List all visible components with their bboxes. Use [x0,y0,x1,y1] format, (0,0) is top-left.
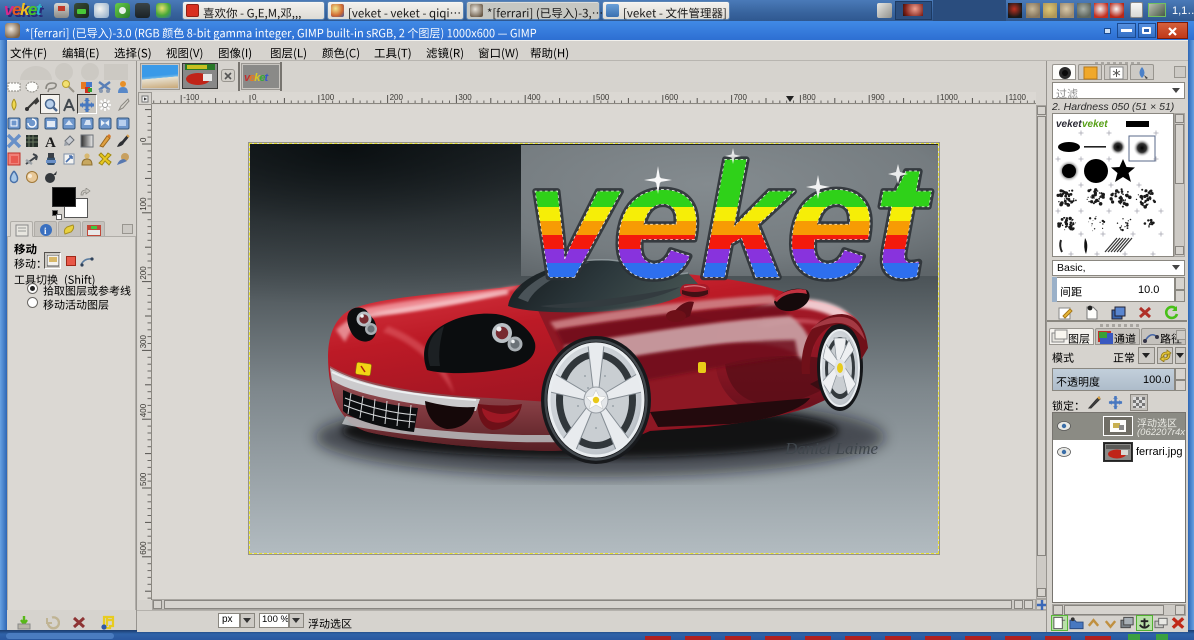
svg-text:600: 600 [139,541,148,555]
svg-text:veket: veket [244,72,270,84]
svg-text:veket: veket [1056,119,1082,130]
svg-text:veket: veket [4,1,43,19]
svg-text:400: 400 [139,403,148,417]
svg-text:A: A [45,135,56,149]
svg-text:-100: -100 [183,93,200,102]
svg-text:100: 100 [139,197,148,211]
svg-text:0: 0 [139,137,148,142]
svg-text:0: 0 [252,93,257,102]
svg-text:200: 200 [139,266,148,280]
svg-text:1100: 1100 [1009,93,1027,102]
svg-text:veket: veket [1082,119,1108,130]
svg-text:500: 500 [139,472,148,486]
svg-text:1000: 1000 [940,93,958,102]
svg-text:300: 300 [139,335,148,349]
